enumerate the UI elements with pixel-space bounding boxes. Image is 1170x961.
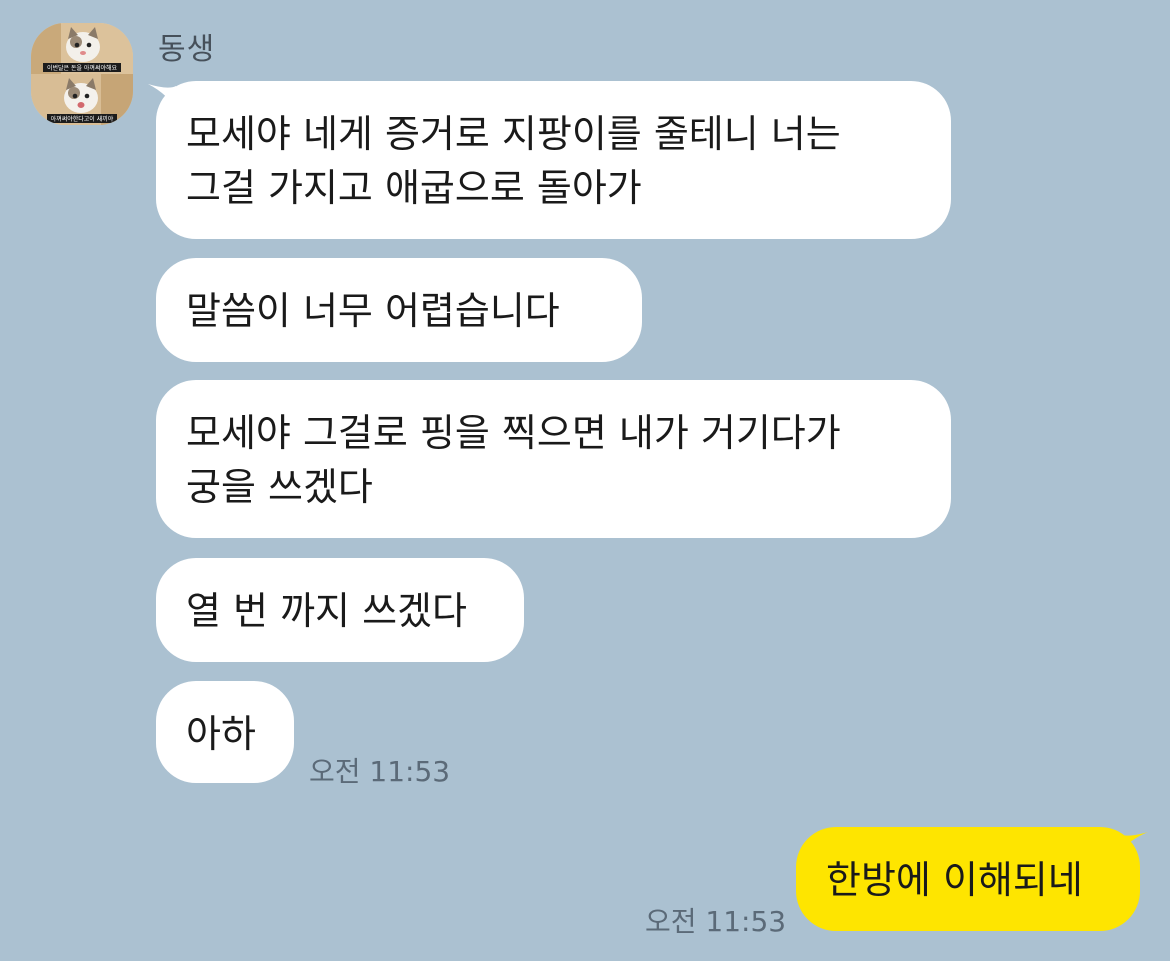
message-text: 궁을 쓰겠다 <box>186 465 373 509</box>
my-message-timestamp: 오전 11:53 <box>645 905 787 938</box>
message-text: 모세야 네게 증거로 지팡이를 줄테니 너는 <box>186 112 841 156</box>
message-bubble[interactable]: 모세야 그걸로 핑을 찍으면 내가 거기다가 궁을 쓰겠다 <box>156 380 951 538</box>
chat-room: 이번달은 돈을 아껴써야해요 아껴써야한다고이 새끼야 동생 모세야 네게 증거… <box>0 0 1170 961</box>
message-text: 모세야 그걸로 핑을 찍으면 내가 거기다가 <box>186 411 841 455</box>
cat-avatar-image: 이번달은 돈을 아껴써야해요 아껴써야한다고이 새끼야 <box>31 23 133 125</box>
my-message-bubble[interactable]: 한방에 이해되네 <box>796 827 1140 931</box>
message-bubble[interactable]: 아하 <box>156 681 294 783</box>
sender-name: 동생 <box>158 32 216 67</box>
avatar-caption-top: 이번달은 돈을 아껴써야해요 <box>47 64 118 72</box>
message-text: 말씀이 너무 어렵습니다 <box>186 289 560 333</box>
sender-avatar[interactable]: 이번달은 돈을 아껴써야해요 아껴써야한다고이 새끼야 <box>31 23 133 125</box>
avatar-caption-bottom: 아껴써야한다고이 새끼야 <box>51 115 114 123</box>
message-text: 그걸 가지고 애굽으로 돌아가 <box>186 166 642 210</box>
message-timestamp: 오전 11:53 <box>309 755 451 788</box>
message-bubble[interactable]: 열 번 까지 쓰겠다 <box>156 558 524 662</box>
message-bubble[interactable]: 말씀이 너무 어렵습니다 <box>156 258 642 362</box>
message-text: 아하 <box>186 712 256 756</box>
message-text: 열 번 까지 쓰겠다 <box>186 589 467 633</box>
message-bubble[interactable]: 모세야 네게 증거로 지팡이를 줄테니 너는 그걸 가지고 애굽으로 돌아가 <box>156 81 951 239</box>
my-message-text: 한방에 이해되네 <box>826 858 1083 902</box>
